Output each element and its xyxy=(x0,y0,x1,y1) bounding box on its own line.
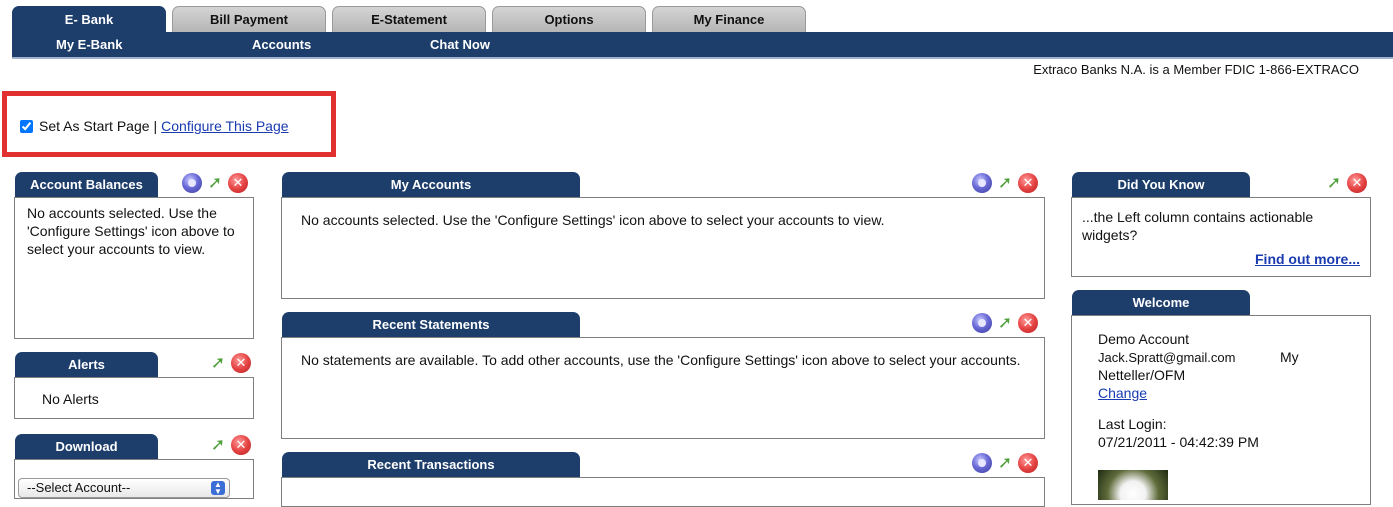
subnav-my-e-bank[interactable]: My E-Bank xyxy=(56,37,122,52)
my-accounts-body: No accounts selected. Use the 'Configure… xyxy=(281,197,1045,299)
subnav-chat-now[interactable]: Chat Now xyxy=(430,37,490,52)
arrow-icon[interactable]: ➚ xyxy=(995,453,1015,473)
recent-transactions-header: Recent Transactions xyxy=(282,452,580,477)
fdic-notice: Extraco Banks N.A. is a Member FDIC 1-86… xyxy=(1033,62,1359,77)
start-page-label: Set As Start Page xyxy=(39,118,150,134)
account-balances-header: Account Balances xyxy=(15,172,158,197)
my-accounts-icons: ➚ ✕ xyxy=(972,173,1038,193)
recent-statements-message: No statements are available. To add othe… xyxy=(301,352,1021,368)
subnav-accounts[interactable]: Accounts xyxy=(252,37,311,52)
welcome-email: Jack.Spratt@gmail.com xyxy=(1098,350,1236,365)
alerts-body: No Alerts xyxy=(14,377,254,419)
gear-icon[interactable] xyxy=(972,453,992,473)
close-icon[interactable]: ✕ xyxy=(1018,173,1038,193)
close-icon[interactable]: ✕ xyxy=(228,173,248,193)
account-balances-message: No accounts selected. Use the 'Configure… xyxy=(27,205,235,257)
close-icon[interactable]: ✕ xyxy=(231,435,251,455)
download-icons: ➚ ✕ xyxy=(208,435,251,455)
recent-statements-icons: ➚ ✕ xyxy=(972,313,1038,333)
separator: | xyxy=(153,118,158,134)
top-tab-bar: E- Bank Bill Payment E-Statement Options… xyxy=(0,0,1393,33)
download-header: Download xyxy=(15,434,158,459)
profile-photo xyxy=(1098,470,1168,500)
welcome-header: Welcome xyxy=(1072,290,1250,315)
account-balances-icons: ➚ ✕ xyxy=(182,173,248,193)
change-link[interactable]: Change xyxy=(1098,385,1147,401)
start-page-highlight: Set As Start Page | Configure This Page xyxy=(2,91,336,157)
arrow-icon[interactable]: ➚ xyxy=(208,435,228,455)
last-login-label: Last Login: xyxy=(1098,416,1167,432)
close-icon[interactable]: ✕ xyxy=(1018,453,1038,473)
my-accounts-message: No accounts selected. Use the 'Configure… xyxy=(301,212,885,228)
start-page-checkbox[interactable] xyxy=(20,119,33,133)
did-you-know-body: ...the Left column contains actionable w… xyxy=(1071,197,1371,277)
welcome-profile-text: My xyxy=(1280,349,1299,365)
recent-transactions-icons: ➚ ✕ xyxy=(972,453,1038,473)
account-balances-body: No accounts selected. Use the 'Configure… xyxy=(14,197,254,339)
arrow-icon[interactable]: ➚ xyxy=(208,353,228,373)
gear-icon[interactable] xyxy=(972,173,992,193)
alerts-header: Alerts xyxy=(15,352,158,377)
close-icon[interactable]: ✕ xyxy=(1347,173,1367,193)
welcome-profile-text-2: Netteller/OFM xyxy=(1098,367,1186,383)
gear-icon[interactable] xyxy=(182,173,202,193)
alerts-icons: ➚ ✕ xyxy=(208,353,251,373)
my-accounts-header: My Accounts xyxy=(282,172,580,197)
account-select[interactable]: --Select Account-- ▲ ▼ xyxy=(18,478,230,498)
did-you-know-icons: ➚ ✕ xyxy=(1324,173,1367,193)
tab-bill-payment[interactable]: Bill Payment xyxy=(172,6,326,33)
close-icon[interactable]: ✕ xyxy=(231,353,251,373)
recent-transactions-body xyxy=(281,477,1045,507)
welcome-account-name: Demo Account xyxy=(1098,331,1190,347)
tab-e-statement[interactable]: E-Statement xyxy=(332,6,486,33)
configure-page-link[interactable]: Configure This Page xyxy=(161,118,288,134)
last-login-value: 07/21/2011 - 04:42:39 PM xyxy=(1098,434,1259,450)
start-page-row: Set As Start Page | Configure This Page xyxy=(20,118,289,134)
close-icon[interactable]: ✕ xyxy=(1018,313,1038,333)
arrow-icon[interactable]: ➚ xyxy=(995,173,1015,193)
arrow-icon[interactable]: ➚ xyxy=(205,173,225,193)
did-you-know-message: ...the Left column contains actionable w… xyxy=(1082,209,1314,243)
sub-navigation: My E-Bank Accounts Chat Now xyxy=(12,32,1393,59)
recent-statements-body: No statements are available. To add othe… xyxy=(281,337,1045,439)
gear-icon[interactable] xyxy=(972,313,992,333)
find-out-more-link[interactable]: Find out more... xyxy=(1255,251,1360,267)
tab-e-bank[interactable]: E- Bank xyxy=(12,6,166,33)
arrow-icon[interactable]: ➚ xyxy=(1324,173,1344,193)
did-you-know-header: Did You Know xyxy=(1072,172,1250,197)
alerts-message: No Alerts xyxy=(42,391,99,407)
recent-statements-header: Recent Statements xyxy=(282,312,580,337)
tab-options[interactable]: Options xyxy=(492,6,646,33)
arrow-icon[interactable]: ➚ xyxy=(995,313,1015,333)
tab-my-finance[interactable]: My Finance xyxy=(652,6,806,33)
